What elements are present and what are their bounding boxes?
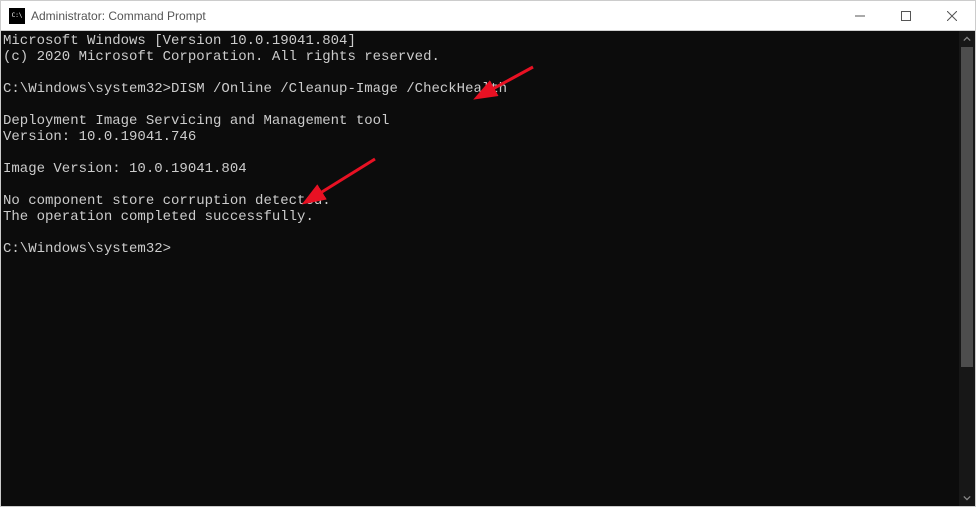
command-prompt-window: Administrator: Command Prompt Microsoft … <box>0 0 976 507</box>
terminal-area: Microsoft Windows [Version 10.0.19041.80… <box>1 31 975 506</box>
titlebar[interactable]: Administrator: Command Prompt <box>1 1 975 31</box>
close-icon <box>947 11 957 21</box>
chevron-down-icon <box>963 494 971 502</box>
window-title: Administrator: Command Prompt <box>31 9 837 23</box>
minimize-icon <box>855 11 865 21</box>
terminal-output[interactable]: Microsoft Windows [Version 10.0.19041.80… <box>1 31 959 506</box>
close-button[interactable] <box>929 1 975 30</box>
scroll-up-button[interactable] <box>959 31 975 47</box>
minimize-button[interactable] <box>837 1 883 30</box>
maximize-icon <box>901 11 911 21</box>
chevron-up-icon <box>963 35 971 43</box>
cmd-icon <box>9 8 25 24</box>
scrollbar[interactable] <box>959 31 975 506</box>
maximize-button[interactable] <box>883 1 929 30</box>
scroll-down-button[interactable] <box>959 490 975 506</box>
window-controls <box>837 1 975 30</box>
scroll-thumb[interactable] <box>961 47 973 367</box>
scroll-track[interactable] <box>959 47 975 490</box>
